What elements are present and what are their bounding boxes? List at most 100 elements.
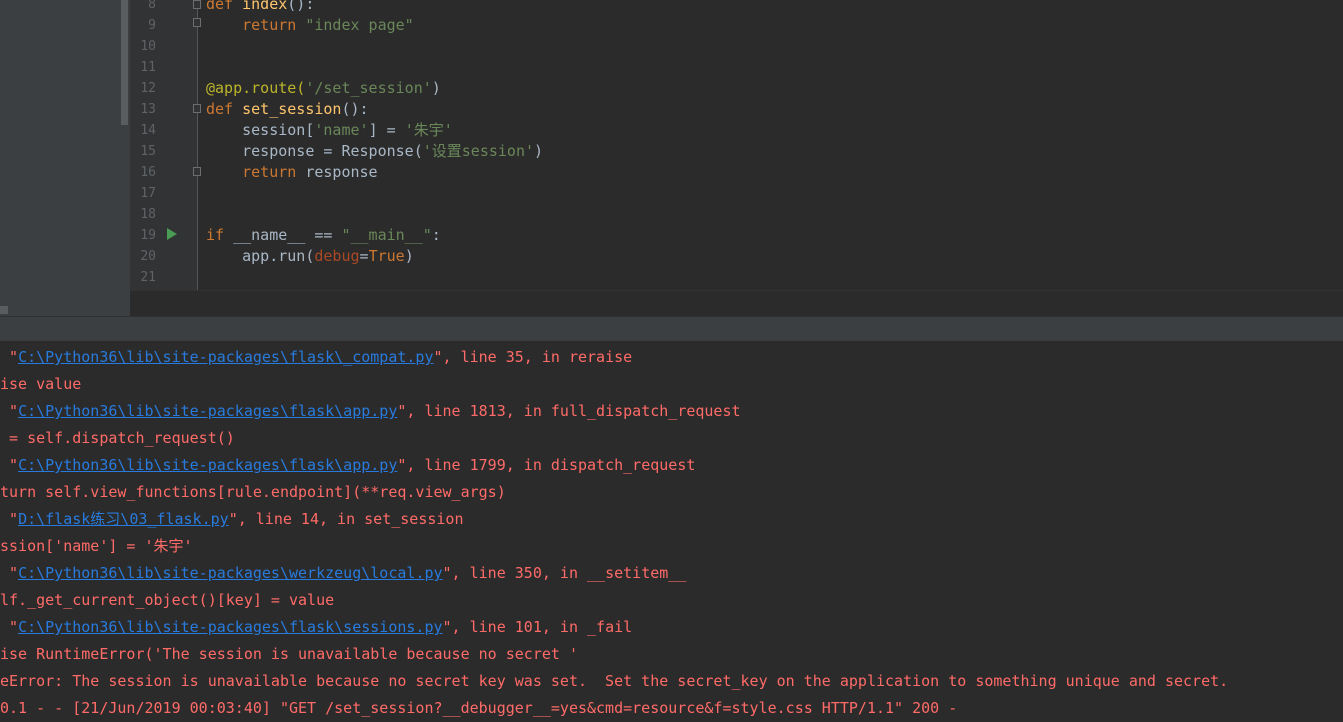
- project-panel: [0, 0, 130, 316]
- line-number: 19: [140, 228, 156, 243]
- code-token: ", line 350, in __setitem__: [442, 564, 687, 582]
- code-token: turn self.view_functions[rule.endpoint](…: [0, 483, 506, 501]
- code-token: "__main__": [341, 226, 432, 244]
- code-token: ():: [287, 0, 315, 13]
- code-token: ): [404, 247, 414, 265]
- code-token: ": [0, 348, 19, 366]
- run-gutter-icon[interactable]: [167, 228, 177, 240]
- code-line: return "index page": [206, 15, 414, 36]
- code-token: ": [0, 618, 19, 636]
- file-link[interactable]: C:\Python36\lib\site-packages\flask\app.…: [18, 456, 397, 474]
- code-token: index: [242, 0, 288, 13]
- code-token: '设置session': [422, 142, 535, 160]
- code-line: session['name'] = '朱宇': [206, 120, 453, 141]
- console-line: = self.dispatch_request(): [0, 425, 235, 452]
- code-token: ": [0, 564, 19, 582]
- code-line: return response: [206, 162, 378, 183]
- code-token: def: [206, 100, 243, 118]
- console-line: "C:\Python36\lib\site-packages\flask\ses…: [0, 614, 632, 641]
- gutter-divider: [197, 0, 198, 290]
- console-line: ise RuntimeError('The session is unavail…: [0, 641, 578, 668]
- code-token: set_session: [242, 100, 342, 118]
- code-token: def: [206, 0, 243, 13]
- editor-bottom-area: [130, 290, 1343, 317]
- code-token: ", line 101, in _fail: [442, 618, 633, 636]
- code-token: __name__ ==: [233, 226, 342, 244]
- line-number: 13: [140, 102, 156, 117]
- code-token: ise RuntimeError('The session is unavail…: [0, 645, 578, 663]
- code-token: if: [206, 226, 234, 244]
- code-token: ): [534, 142, 544, 160]
- line-number: 18: [140, 207, 156, 222]
- console-line: ssion['name'] = '朱宇': [0, 533, 193, 560]
- code-token: ": [0, 510, 19, 528]
- code-token: '朱宇': [404, 121, 453, 139]
- code-token: eError: The session is unavailable becau…: [0, 672, 1229, 690]
- code-token: '/set_session': [305, 79, 432, 97]
- code-token: 0.1 - - [21/Jun/2019 00:03:40] "GET /set…: [0, 699, 958, 717]
- code-token: ", line 1813, in full_dispatch_request: [397, 402, 741, 420]
- code-token: return: [242, 163, 306, 181]
- code-token: ", line 1799, in dispatch_request: [397, 456, 696, 474]
- code-token: ():: [341, 100, 369, 118]
- code-line: def index():: [206, 0, 314, 15]
- code-token: ", line 35, in reraise: [433, 348, 633, 366]
- file-link[interactable]: C:\Python36\lib\site-packages\flask\_com…: [18, 348, 433, 366]
- code-line: if __name__ == "__main__":: [206, 225, 441, 246]
- console-line: lf._get_current_object()[key] = value: [0, 587, 334, 614]
- console-line: 0.1 - - [21/Jun/2019 00:03:40] "GET /set…: [0, 695, 957, 722]
- console-line: eError: The session is unavailable becau…: [0, 668, 1228, 695]
- console-line: "C:\Python36\lib\site-packages\flask\_co…: [0, 344, 632, 371]
- console-line: "D:\flask练习\03_flask.py", line 14, in se…: [0, 506, 463, 533]
- file-link[interactable]: C:\Python36\lib\site-packages\flask\app.…: [18, 402, 397, 420]
- code-token: :: [431, 226, 441, 244]
- code-token: "index page": [305, 16, 414, 34]
- code-line: @app.route('/set_session'): [206, 78, 441, 99]
- console-line: ise value: [0, 371, 81, 398]
- code-token: 'name': [314, 121, 369, 139]
- project-panel-scrollbar[interactable]: [121, 0, 128, 125]
- line-number: 14: [140, 123, 156, 138]
- code-token: lf._get_current_object()[key] = value: [0, 591, 335, 609]
- file-link[interactable]: D:\flask练习\03_flask.py: [18, 510, 229, 528]
- code-token: ": [0, 402, 19, 420]
- file-link[interactable]: C:\Python36\lib\site-packages\werkzeug\l…: [18, 564, 442, 582]
- line-number: 20: [140, 249, 156, 264]
- fold-marker-icon[interactable]: [193, 0, 201, 9]
- line-number: 17: [140, 186, 156, 201]
- code-line: response = Response('设置session'): [206, 141, 543, 162]
- line-number: 16: [140, 165, 156, 180]
- console-line: turn self.view_functions[rule.endpoint](…: [0, 479, 506, 506]
- code-token: debug: [314, 247, 360, 265]
- fold-marker-icon[interactable]: [193, 18, 201, 27]
- console-line: "C:\Python36\lib\site-packages\flask\app…: [0, 452, 695, 479]
- code-token: return: [242, 16, 306, 34]
- console-line: "C:\Python36\lib\site-packages\werkzeug\…: [0, 560, 686, 587]
- line-number: 10: [140, 39, 156, 54]
- code-token: = self.dispatch_request(): [0, 429, 235, 447]
- code-token: session[: [206, 121, 315, 139]
- code-token: ssion['name'] = '朱宇': [0, 537, 193, 555]
- code-token: =: [359, 247, 369, 265]
- line-number: 21: [140, 270, 156, 285]
- code-token: ] =: [368, 121, 405, 139]
- code-token: response = Response(: [206, 142, 423, 160]
- line-number: 8: [148, 0, 156, 12]
- code-line: def set_session():: [206, 99, 369, 120]
- code-token: response: [305, 163, 378, 181]
- run-console-output[interactable]: "C:\Python36\lib\site-packages\flask\_co…: [0, 341, 1343, 717]
- fold-marker-icon[interactable]: [193, 167, 201, 176]
- code-token: app.run(: [206, 247, 315, 265]
- fold-marker-icon[interactable]: [193, 104, 201, 113]
- code-token: @app.route(: [206, 79, 306, 97]
- horizontal-scrollbar[interactable]: [0, 306, 8, 314]
- line-number: 12: [140, 81, 156, 96]
- code-line: app.run(debug=True): [206, 246, 414, 267]
- code-token: ": [0, 456, 19, 474]
- code-token: True: [368, 247, 405, 265]
- file-link[interactable]: C:\Python36\lib\site-packages\flask\sess…: [18, 618, 442, 636]
- code-token: ise value: [0, 375, 82, 393]
- line-number: 15: [140, 144, 156, 159]
